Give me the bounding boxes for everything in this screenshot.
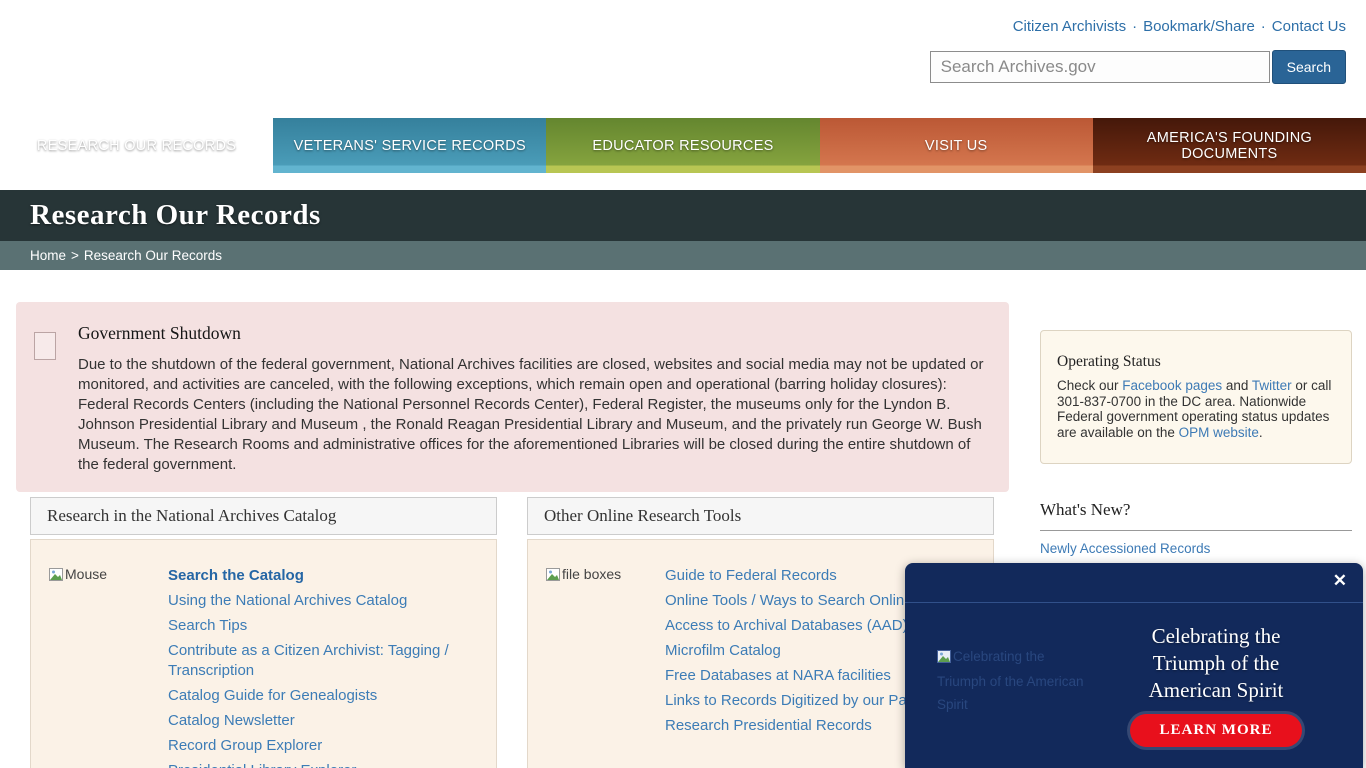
breadcrumb-current: Research Our Records — [84, 248, 222, 263]
citizen-archivists-link[interactable]: Citizen Archivists — [1013, 18, 1126, 35]
broken-image-icon — [546, 568, 560, 584]
status-text: and — [1222, 378, 1252, 393]
promo-content: Celebrating the Triumph of the American … — [1087, 621, 1345, 747]
link-search-tips[interactable]: Search Tips — [168, 617, 247, 634]
alert-title: Government Shutdown — [78, 323, 241, 344]
link-separator: · — [1261, 18, 1266, 35]
promo-heading-line: American Spirit — [1087, 677, 1345, 704]
breadcrumb: Home > Research Our Records — [0, 241, 1366, 270]
link-records-digitized-by-partners[interactable]: Links to Records Digitized by our Partne… — [665, 692, 945, 709]
catalog-link-list: Search the Catalog Using the National Ar… — [168, 566, 484, 768]
promo-modal-body: Celebrating the Triumph of the American … — [905, 603, 1363, 747]
link-citizen-archivist-tagging[interactable]: Contribute as a Citizen Archivist: Taggi… — [168, 642, 449, 679]
alert-body: Due to the shutdown of the federal gover… — [78, 355, 990, 475]
link-research-presidential-records[interactable]: Research Presidential Records — [665, 717, 872, 734]
government-shutdown-alert: Government Shutdown Due to the shutdown … — [16, 302, 1009, 492]
link-online-tools[interactable]: Online Tools / Ways to Search Online — [665, 592, 913, 609]
utility-links: Citizen Archivists · Bookmark/Share · Contac… — [1013, 18, 1346, 35]
opm-website-link[interactable]: OPM website — [1179, 425, 1259, 440]
operating-status-box: Operating Status Check our Facebook page… — [1040, 330, 1352, 464]
link-microfilm-catalog[interactable]: Microfilm Catalog — [665, 642, 781, 659]
link-record-group-explorer[interactable]: Record Group Explorer — [168, 737, 322, 754]
link-free-databases[interactable]: Free Databases at NARA facilities — [665, 667, 891, 684]
promo-image-alt-text: Celebrating the Triumph of the American … — [937, 649, 1084, 712]
bookmark-share-link[interactable]: Bookmark/Share — [1143, 18, 1255, 35]
tools-image-alt-text: file boxes — [562, 566, 621, 582]
nav-americas-founding-documents[interactable]: AMERICA'S FOUNDING DOCUMENTS — [1093, 118, 1366, 173]
catalog-image-placeholder: Mouse — [49, 566, 168, 768]
nav-educator-resources[interactable]: EDUCATOR RESOURCES — [546, 118, 819, 173]
search-input[interactable] — [930, 51, 1270, 83]
page-title: Research Our Records — [30, 199, 321, 232]
facebook-pages-link[interactable]: Facebook pages — [1122, 378, 1222, 393]
search-bar: Search — [930, 50, 1346, 84]
whats-new-divider — [1040, 530, 1352, 531]
promo-heading-line: Triumph of the — [1087, 650, 1345, 677]
operating-status-title: Operating Status — [1057, 353, 1335, 371]
promo-heading-line: Celebrating the — [1087, 623, 1345, 650]
broken-image-icon — [49, 568, 63, 584]
twitter-link[interactable]: Twitter — [1252, 378, 1292, 393]
link-catalog-newsletter[interactable]: Catalog Newsletter — [168, 712, 295, 729]
close-icon[interactable]: ✕ — [1333, 571, 1347, 591]
title-band: Research Our Records — [0, 190, 1366, 241]
link-presidential-library-explorer[interactable]: Presidential Library Explorer — [168, 762, 356, 768]
status-text: Check our — [1057, 378, 1122, 393]
tools-link-list: Guide to Federal Records Online Tools / … — [665, 566, 945, 768]
tools-image-placeholder: file boxes — [546, 566, 665, 768]
main-nav: RESEARCH OUR RECORDS VETERANS' SERVICE R… — [0, 118, 1366, 173]
promo-image-placeholder: Celebrating the Triumph of the American … — [937, 645, 1087, 747]
link-using-the-catalog[interactable]: Using the National Archives Catalog — [168, 592, 407, 609]
site-header: Citizen Archivists · Bookmark/Share · Contac… — [0, 0, 1366, 108]
operating-status-text: Check our Facebook pages and Twitter or … — [1057, 378, 1335, 440]
link-search-the-catalog[interactable]: Search the Catalog — [168, 567, 304, 584]
nav-veterans-service-records[interactable]: VETERANS' SERVICE RECORDS — [273, 118, 546, 173]
promo-modal: ✕ Celebrating the Triumph of the America… — [905, 563, 1363, 768]
broken-image-icon — [937, 647, 951, 670]
newly-accessioned-records-link[interactable]: Newly Accessioned Records — [1040, 541, 1210, 556]
catalog-panel-body: Mouse Search the Catalog Using the Natio… — [30, 539, 497, 768]
promo-modal-topbar: ✕ — [905, 563, 1363, 603]
learn-more-button[interactable]: LEARN MORE — [1130, 714, 1303, 747]
nav-research-our-records[interactable]: RESEARCH OUR RECORDS — [0, 118, 273, 173]
whats-new-section: What's New? Newly Accessioned Records — [1040, 500, 1352, 558]
nav-visit-us[interactable]: VISIT US — [820, 118, 1093, 173]
link-catalog-guide-genealogists[interactable]: Catalog Guide for Genealogists — [168, 687, 377, 704]
tools-panel-title: Other Online Research Tools — [527, 497, 994, 535]
link-aad[interactable]: Access to Archival Databases (AAD) — [665, 617, 908, 634]
breadcrumb-home-link[interactable]: Home — [30, 248, 66, 263]
catalog-panel: Research in the National Archives Catalo… — [30, 497, 497, 768]
alert-image-placeholder-icon — [34, 332, 56, 360]
search-button[interactable]: Search — [1272, 50, 1346, 84]
promo-heading: Celebrating the Triumph of the American … — [1087, 623, 1345, 704]
link-separator: · — [1132, 18, 1137, 35]
contact-us-link[interactable]: Contact Us — [1272, 18, 1346, 35]
breadcrumb-separator: > — [71, 248, 79, 263]
status-text: . — [1259, 425, 1263, 440]
whats-new-title: What's New? — [1040, 500, 1352, 520]
link-guide-to-federal-records[interactable]: Guide to Federal Records — [665, 567, 837, 584]
catalog-panel-title: Research in the National Archives Catalo… — [30, 497, 497, 535]
catalog-image-alt-text: Mouse — [65, 566, 107, 582]
